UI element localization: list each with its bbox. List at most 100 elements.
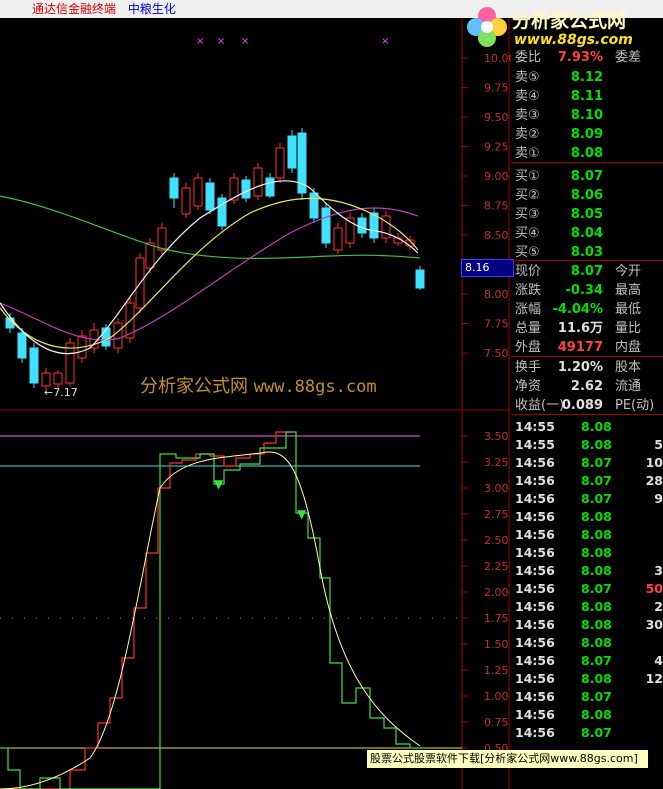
tick-time: 14:56	[515, 689, 555, 704]
tick-time: 14:56	[515, 491, 555, 506]
ad-banner[interactable]: 股票公式股票软件下载[分析家公式网www.88gs.com]	[367, 750, 648, 768]
tick-time: 14:56	[515, 527, 555, 542]
quote-row: 净资 2.62 流通	[511, 377, 663, 396]
logo-url: www.88gs.com	[514, 32, 633, 48]
tick-row: 14:56 8.07 9	[511, 490, 663, 508]
ask-row-label: 卖①	[515, 146, 540, 161]
quote-row-label: 收益(一)	[515, 398, 565, 413]
sub-y-tick: 3.00	[484, 482, 509, 495]
tick-price: 8.07	[581, 689, 612, 704]
candlesticks	[5, 128, 425, 390]
tick-time: 14:56	[515, 455, 555, 470]
ask-row-value: 8.11	[570, 89, 603, 104]
candle-body	[333, 227, 343, 251]
tick-price: 8.08	[581, 707, 612, 722]
tick-price: 8.07	[581, 581, 612, 596]
bid-row: 买② 8.06	[511, 186, 663, 205]
bid-row: 买① 8.07	[511, 167, 663, 186]
candle-body	[145, 242, 155, 269]
down-arrow-icon: ▼	[214, 477, 224, 491]
quote-row-label2: 流通	[615, 379, 642, 394]
main-y-tick: 9.00	[484, 170, 509, 183]
tick-time: 14:56	[515, 545, 555, 560]
order-ratio-value: 7.93%	[557, 50, 603, 65]
candle-body	[53, 372, 63, 385]
ask-row: 卖① 8.08	[511, 144, 663, 163]
order-ratio-row: 委比 7.93% 委差	[511, 48, 663, 67]
tick-time: 14:56	[515, 599, 555, 614]
tick-price: 8.07	[581, 455, 612, 470]
sub-y-tick: 0.75	[484, 716, 509, 729]
candle-body	[193, 177, 203, 207]
tick-price: 8.08	[581, 671, 612, 686]
bid-row-value: 8.04	[570, 226, 603, 241]
main-y-tick: 9.25	[484, 141, 509, 154]
stock-name[interactable]: 中粮生化	[128, 2, 176, 16]
quote-row-value: 11.6万	[557, 321, 603, 336]
tick-row: 14:55 8.08 5	[511, 436, 663, 454]
quote-row: 涨幅 -4.04% 最低	[511, 300, 663, 319]
candle-body	[275, 147, 285, 179]
bid-row-label: 买②	[515, 188, 540, 203]
ask-row-value: 8.10	[570, 108, 603, 123]
tick-row: 14:56 8.08 2	[511, 598, 663, 616]
quote-row-label: 现价	[515, 264, 542, 279]
main-y-tick: 8.50	[484, 229, 509, 242]
tick-volume: 5	[654, 437, 663, 452]
ask-row: 卖⑤ 8.12	[511, 68, 663, 87]
candle-body	[357, 217, 367, 234]
quote-row: 外盘 49177 内盘	[511, 338, 663, 357]
tick-time: 14:56	[515, 725, 555, 740]
bid-row-value: 8.07	[570, 169, 603, 184]
candle-body	[415, 269, 425, 289]
tick-time: 14:56	[515, 635, 555, 650]
quote-row-label2: 最高	[615, 283, 642, 298]
main-y-tick: 7.50	[484, 347, 509, 360]
tick-row: 14:56 8.07 50	[511, 580, 663, 598]
low-price-marker: ←7.17	[44, 386, 78, 399]
sub-y-tick: 2.00	[484, 586, 509, 599]
down-arrow-icon: ▼	[297, 507, 307, 521]
tick-volume: 2	[654, 599, 663, 614]
tick-volume: 10	[645, 455, 663, 470]
main-y-axis: 10.009.759.509.259.008.758.508.258.007.7…	[462, 52, 511, 360]
sub-y-tick: 1.50	[484, 638, 509, 651]
candle-body	[309, 192, 319, 219]
candle-body	[253, 167, 263, 197]
ask-row: 卖④ 8.11	[511, 87, 663, 106]
app-title: 通达信金融终端	[32, 2, 117, 16]
tick-price: 8.08	[581, 617, 612, 632]
tick-row: 14:56 8.08	[511, 526, 663, 544]
quote-row-label2: 今开	[615, 264, 642, 279]
tick-row: 14:56 8.07	[511, 688, 663, 706]
ask-row: 卖② 8.09	[511, 125, 663, 144]
main-y-tick: 10.00	[484, 52, 511, 65]
tick-volume: 4	[654, 653, 663, 668]
sub-y-tick: 1.75	[484, 612, 509, 625]
quote-row-label2: 股本	[615, 360, 642, 375]
quote-row: 涨跌 -0.34 最高	[511, 281, 663, 300]
sub-y-tick: 1.00	[484, 690, 509, 703]
main-y-tick: 9.50	[484, 111, 509, 124]
chart-area[interactable]: × × × × 10.009.759.509.259.008.758.508.2…	[0, 18, 511, 789]
ask-row-label: 卖⑤	[515, 70, 540, 85]
tick-row: 14:56 8.08	[511, 706, 663, 724]
quote-row: 总量 11.6万 量比	[511, 319, 663, 338]
order-ratio-label: 委比	[515, 50, 542, 65]
signal-mark: ×	[241, 36, 249, 47]
signal-mark: ×	[381, 36, 389, 47]
tick-time: 14:56	[515, 581, 555, 596]
ask-row-value: 8.09	[570, 127, 603, 142]
candle-body	[169, 177, 179, 199]
tick-price: 8.08	[581, 545, 612, 560]
tick-volume: 12	[645, 671, 663, 686]
quote-row-label: 净资	[515, 379, 542, 394]
quote-row-label: 换手	[515, 360, 542, 375]
tick-time: 14:56	[515, 653, 555, 668]
sub-y-tick: 2.75	[484, 508, 509, 521]
quote-row-label: 外盘	[515, 340, 542, 355]
tick-price: 8.07	[581, 653, 612, 668]
quote-row-value: 8.07	[570, 264, 603, 279]
tick-row: 14:56 8.08 30	[511, 616, 663, 634]
tick-price: 8.07	[581, 725, 612, 740]
